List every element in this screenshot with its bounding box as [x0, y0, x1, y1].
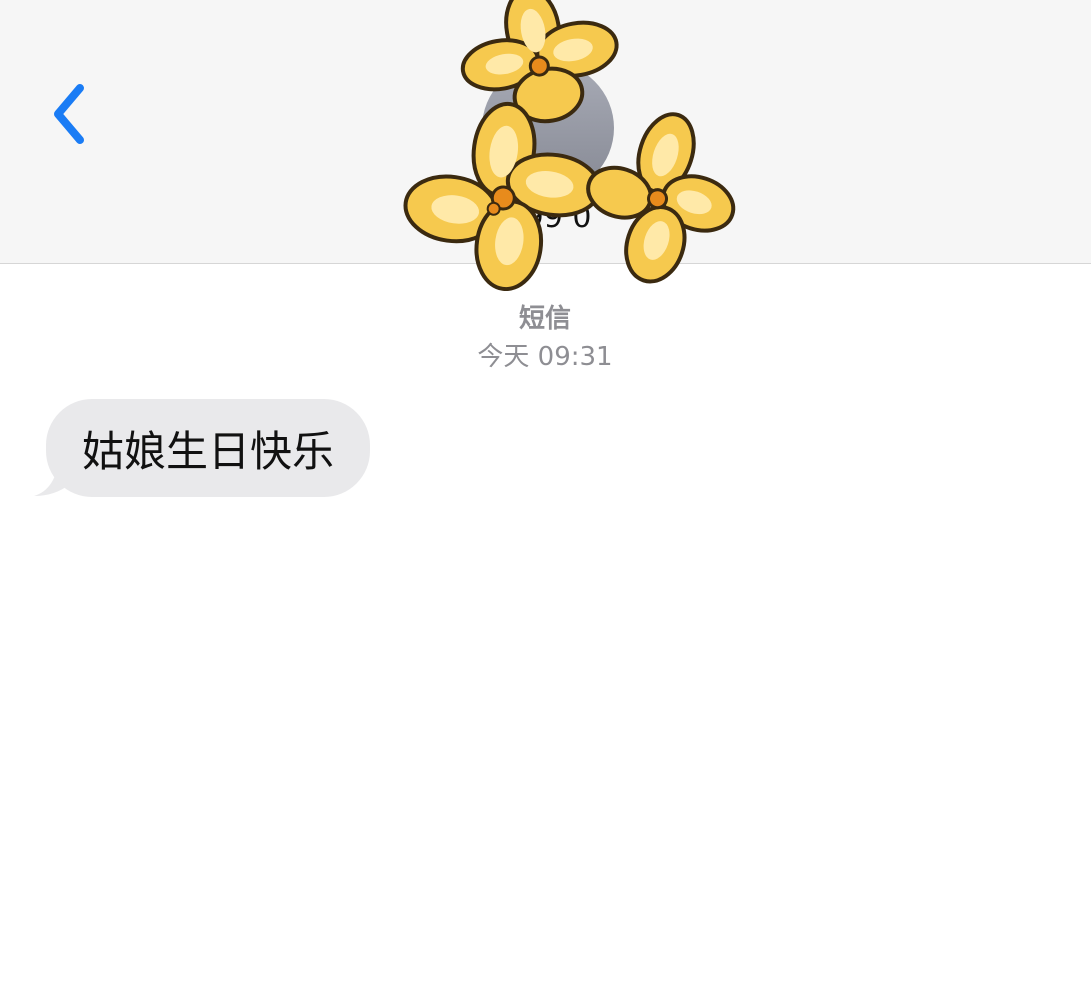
incoming-message-bubble[interactable]: 姑娘生日快乐	[46, 399, 371, 497]
contact-avatar[interactable]	[482, 62, 614, 194]
chevron-left-icon	[54, 84, 84, 144]
messages-screen: +99 0 短信 今天 09:31 姑娘生日快乐	[0, 0, 1091, 982]
message-text: 姑娘生日快乐	[82, 426, 335, 476]
message-timestamp: 短信 今天 09:31	[345, 300, 745, 376]
time-label: 今天 09:31	[477, 342, 613, 372]
back-button[interactable]	[36, 76, 100, 152]
service-label: 短信	[518, 304, 571, 334]
contact-number[interactable]: +99 0	[360, 200, 731, 235]
conversation-header: +99 0	[0, 0, 1091, 264]
